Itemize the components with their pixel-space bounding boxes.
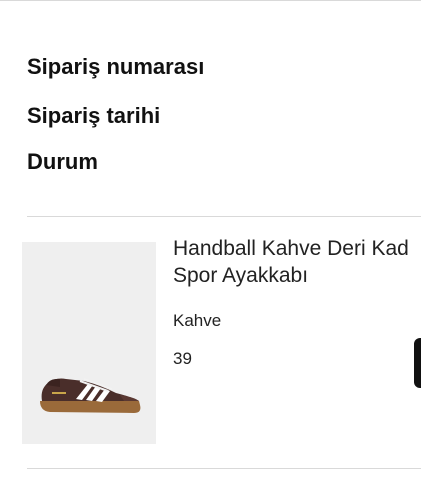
brown-sneaker-image (40, 378, 141, 413)
product-name-line1: Handball Kahve Deri Kad (173, 237, 409, 260)
product-name[interactable]: Handball Kahve Deri Kad Spor Ayakkabı (173, 235, 421, 289)
order-status-label: Durum (27, 149, 98, 174)
order-number-label: Sipariş numarası (27, 54, 205, 79)
product-name-line2: Spor Ayakkabı (173, 264, 309, 287)
bottom-divider (27, 468, 421, 469)
product-color: Kahve (173, 311, 222, 330)
order-date-label: Sipariş tarihi (27, 103, 161, 128)
order-detail-page: Sipariş numarası Sipariş tarihi Durum Ha… (0, 0, 421, 490)
product-image[interactable] (22, 242, 156, 444)
top-divider (0, 0, 421, 1)
section-divider (27, 216, 421, 217)
floating-side-tab[interactable] (414, 338, 421, 388)
product-size: 39 (173, 349, 192, 368)
